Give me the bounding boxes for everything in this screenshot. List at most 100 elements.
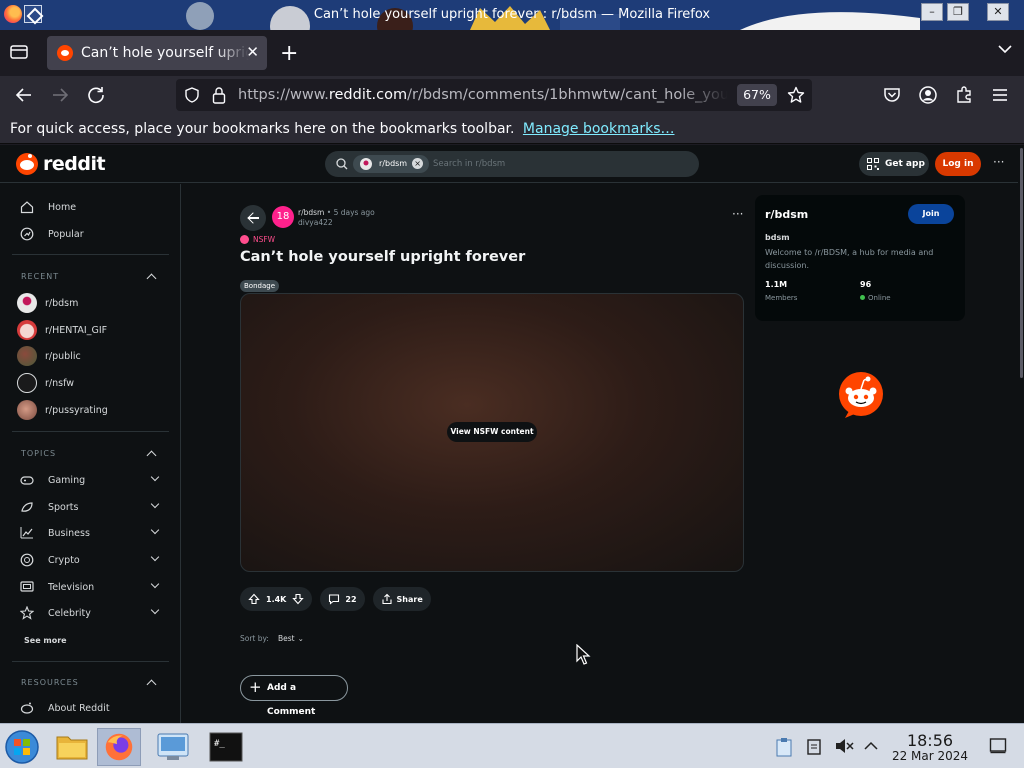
post-meta: r/bdsm • 5 days ago <box>298 208 375 217</box>
reddit-snoo-floating-icon[interactable] <box>837 371 885 419</box>
sort-label: Sort by: <box>240 634 269 643</box>
header-more-icon[interactable]: ··· <box>993 155 1004 169</box>
get-app-button[interactable]: Get app <box>859 152 929 176</box>
minimize-button[interactable]: – <box>921 3 943 21</box>
back-arrow-icon[interactable] <box>14 85 34 105</box>
volume-muted-icon[interactable] <box>834 737 854 755</box>
forward-arrow-icon[interactable] <box>50 85 70 105</box>
topic-item-celebrity[interactable]: Celebrity <box>12 602 170 624</box>
zoom-level-button[interactable]: 67% <box>737 84 777 106</box>
post-author[interactable]: divya422 <box>298 218 333 227</box>
lock-icon[interactable] <box>212 86 226 104</box>
reload-icon[interactable] <box>86 85 106 105</box>
file-manager-icon[interactable] <box>50 728 94 766</box>
tab-strip: Can’t hole yourself upright forever : r/… <box>0 30 1024 76</box>
clock-date: 22 Mar 2024 <box>891 749 969 763</box>
account-icon[interactable] <box>918 85 938 105</box>
maximize-button[interactable]: ❐ <box>947 3 969 21</box>
chevron-up-icon[interactable] <box>146 450 157 461</box>
battery-tray-icon[interactable] <box>806 737 822 755</box>
sort-value[interactable]: Best <box>278 634 295 643</box>
sort-control[interactable]: Sort by: Best ⌄ <box>240 634 304 643</box>
reddit-header: reddit r/bdsm × Search in r/bdsm Get app… <box>0 145 1018 183</box>
recent-item-pussyrating[interactable]: r/pussyrating <box>12 399 170 421</box>
close-window-button[interactable]: ✕ <box>987 3 1009 21</box>
chevron-down-icon[interactable] <box>998 44 1012 54</box>
nav-item-label: Popular <box>48 228 84 240</box>
nav-item-label: Celebrity <box>48 607 91 619</box>
nav-item-popular[interactable]: Popular <box>12 223 170 245</box>
topic-item-sports[interactable]: Sports <box>12 496 170 518</box>
share-button[interactable]: Share <box>372 587 431 611</box>
online-label-text: Online <box>868 294 891 302</box>
pocket-icon[interactable] <box>882 85 902 105</box>
search-chip-label: r/bdsm <box>379 159 408 168</box>
chevron-up-icon[interactable] <box>146 273 157 284</box>
page-scrollbar[interactable] <box>1018 145 1024 723</box>
left-sidebar: Home Popular RECENT r/bdsm r/HENTAI_GIF … <box>0 184 181 723</box>
upvote-icon[interactable] <box>248 593 260 605</box>
tab-active[interactable]: Can’t hole yourself upright forever : r/… <box>47 36 267 70</box>
divider <box>12 254 169 255</box>
extensions-icon[interactable] <box>954 85 974 105</box>
firefox-taskbar-icon[interactable] <box>97 728 141 766</box>
downvote-icon[interactable] <box>292 593 305 605</box>
see-more-button[interactable]: See more <box>24 636 67 645</box>
manage-bookmarks-link[interactable]: Manage bookmarks… <box>523 121 675 137</box>
scrollbar-thumb[interactable] <box>1020 148 1023 378</box>
bookmark-star-icon[interactable] <box>787 86 805 104</box>
blurred-media[interactable]: View NSFW content <box>240 293 744 572</box>
nav-item-label: r/bdsm <box>45 297 79 309</box>
online-dot-icon <box>860 295 865 300</box>
system-settings-icon[interactable] <box>151 728 195 766</box>
clipboard-tray-icon[interactable] <box>775 737 793 757</box>
topic-item-crypto[interactable]: Crypto <box>12 549 170 571</box>
topic-item-business[interactable]: Business <box>12 522 170 544</box>
chevron-up-icon[interactable] <box>146 679 157 690</box>
recent-item-bdsm[interactable]: r/bdsm <box>12 292 170 314</box>
search-input[interactable]: r/bdsm × Search in r/bdsm <box>325 151 699 177</box>
add-comment-button[interactable]: Add a Comment <box>240 675 348 717</box>
star-icon <box>20 606 34 620</box>
join-button[interactable]: Join <box>908 204 954 224</box>
taskbar-clock[interactable]: 18:56 22 Mar 2024 <box>888 731 972 763</box>
post-actions: 1.4K 22 Share <box>240 587 439 611</box>
recent-item-public[interactable]: r/public <box>12 345 170 367</box>
terminal-icon[interactable]: #_ <box>204 728 248 766</box>
show-desktop-icon[interactable] <box>989 737 1007 755</box>
back-button[interactable] <box>240 205 266 231</box>
bookmarks-hint-text: For quick access, place your bookmarks h… <box>10 121 515 137</box>
bookmarks-toolbar: For quick access, place your bookmarks h… <box>0 114 1024 144</box>
topic-item-television[interactable]: Television <box>12 576 170 598</box>
chevron-up-icon[interactable] <box>864 741 878 751</box>
resource-item-about[interactable]: About Reddit <box>12 697 170 719</box>
nav-item-home[interactable]: Home <box>12 196 170 218</box>
hamburger-menu-icon[interactable] <box>990 85 1010 105</box>
navigation-toolbar: https://www.reddit.com/r/bdsm/comments/1… <box>0 76 1024 114</box>
post-overflow-icon[interactable]: ··· <box>732 207 743 221</box>
nsfw-icon <box>240 235 249 244</box>
clear-chip-icon[interactable]: × <box>412 158 424 169</box>
view-nsfw-button[interactable]: View NSFW content <box>447 422 537 442</box>
start-menu-icon[interactable] <box>4 729 40 765</box>
comments-button[interactable]: 22 <box>320 587 365 611</box>
post-flair[interactable]: Bondage <box>240 280 280 292</box>
post-subreddit-link[interactable]: r/bdsm <box>298 208 324 217</box>
reddit-logo[interactable]: reddit <box>16 153 106 175</box>
new-tab-button[interactable]: + <box>280 41 298 66</box>
subreddit-icon[interactable]: 18 <box>272 206 294 228</box>
chevron-down-icon <box>150 525 160 535</box>
list-all-tabs-icon[interactable] <box>10 44 28 60</box>
recent-item-nsfw[interactable]: r/nsfw <box>12 372 170 394</box>
subreddit-search-chip[interactable]: r/bdsm × <box>353 155 430 173</box>
log-in-button[interactable]: Log in <box>935 152 981 176</box>
recent-item-hentai-gif[interactable]: r/HENTAI_GIF <box>12 319 170 341</box>
share-label: Share <box>396 594 423 604</box>
topic-item-gaming[interactable]: Gaming <box>12 469 170 491</box>
shield-icon[interactable] <box>184 87 200 103</box>
url-bar[interactable]: https://www.reddit.com/r/bdsm/comments/1… <box>176 79 812 111</box>
nav-item-label: Home <box>48 201 77 213</box>
sidebar-subreddit-title[interactable]: r/bdsm <box>765 208 808 221</box>
tab-close-icon[interactable]: ✕ <box>246 43 259 61</box>
url-text[interactable]: https://www.reddit.com/r/bdsm/comments/1… <box>238 87 728 103</box>
